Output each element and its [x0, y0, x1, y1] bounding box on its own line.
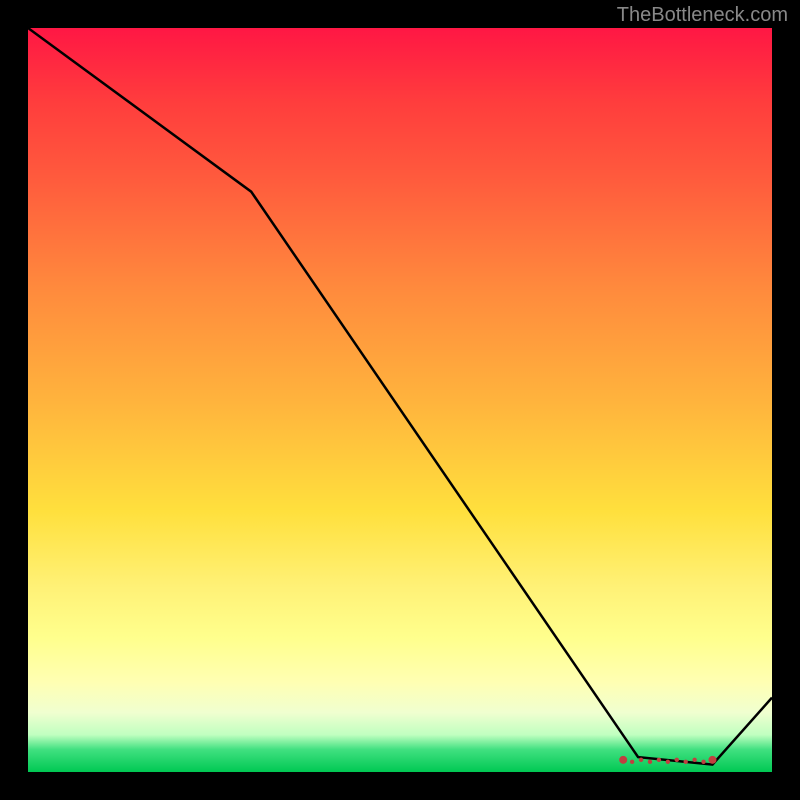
marker-dot: [657, 758, 661, 762]
watermark-text: TheBottleneck.com: [617, 4, 788, 27]
marker-dot: [639, 758, 643, 762]
marker-dot: [683, 760, 687, 764]
marker-dot: [619, 756, 627, 764]
chart-plot-area: [28, 28, 772, 772]
marker-dot: [675, 758, 679, 762]
chart-container: TheBottleneck.com: [0, 0, 800, 800]
marker-dot: [701, 760, 705, 764]
marker-dot: [666, 760, 670, 764]
marker-dot: [648, 760, 652, 764]
marker-dot: [692, 758, 696, 762]
chart-svg: [28, 28, 772, 772]
marker-dot: [708, 756, 716, 764]
chart-line: [28, 28, 772, 765]
marker-group: [619, 756, 716, 764]
marker-dot: [630, 760, 634, 764]
